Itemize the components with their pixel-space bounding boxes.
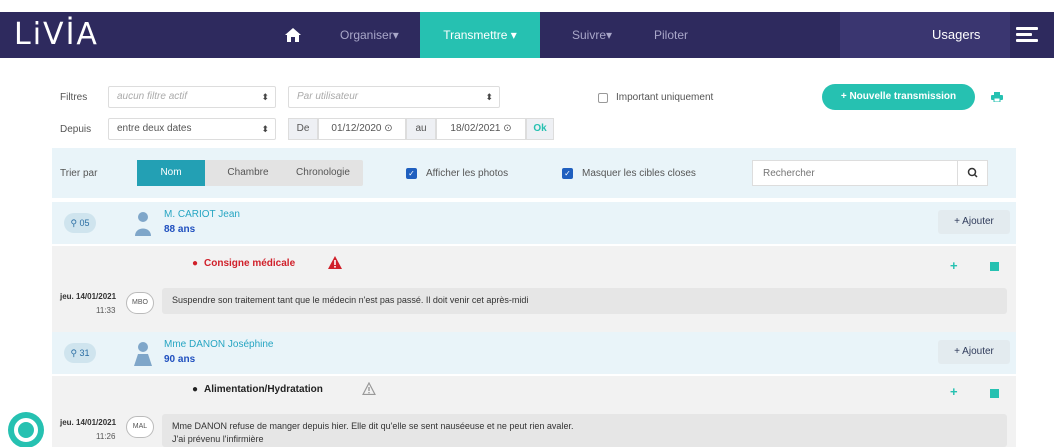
hide-closed-checkbox[interactable]: ✓ [562,168,573,179]
home-icon[interactable] [284,26,302,44]
close-target-icon[interactable] [990,389,999,398]
transmission-message: Mme DANON refuse de manger depuis hier. … [162,414,1007,447]
target-label[interactable]: Alimentation/Hydratation [204,384,323,395]
app-logo[interactable]: LiVİA [14,12,99,58]
search-icon [967,167,978,178]
filter-select[interactable]: aucun filtre actif ⬍ [108,86,276,108]
sort-tab-chronologie[interactable]: Chronologie [287,160,359,186]
room-badge: ⚲ 31 [64,343,96,363]
nav-usagers[interactable]: Usagers [840,12,1010,58]
close-target-icon[interactable] [990,262,999,271]
nav-piloter[interactable]: Piloter [654,12,688,58]
sort-label: Trier par [60,168,98,179]
ok-label: Ok [533,123,547,134]
transmission-section: ● Consigne médicale + jeu. 14/01/2021 11… [52,246,1016,338]
sort-tab-nom[interactable]: Nom [137,160,205,186]
add-icon[interactable]: + [950,384,958,399]
hamburger-menu-icon[interactable] [1016,27,1038,43]
user-filter-select[interactable]: Par utilisateur ⬍ [288,86,500,108]
select-arrow-icon: ⬍ [261,124,269,134]
message-line-1: Mme DANON refuse de manger depuis hier. … [172,421,574,431]
depuis-label: Depuis [60,124,92,135]
add-transmission-button[interactable]: + Ajouter [938,340,1010,364]
patient-age: 88 ans [164,224,196,235]
de-label: De [288,118,318,140]
patient-name[interactable]: Mme DANON Joséphine [164,339,273,350]
transmission-date: jeu. 14/01/2021 [60,418,117,427]
select-arrow-icon: ⬍ [261,92,269,102]
ok-button[interactable]: Ok [526,118,554,140]
transmission-date: jeu. 14/01/2021 [60,292,117,301]
date-from-input[interactable]: 01/12/2020 ⊙ [318,118,406,140]
search-input[interactable] [753,161,953,185]
add-transmission-button[interactable]: + Ajouter [938,210,1010,234]
filter-select-value: aucun filtre actif [117,91,188,102]
sort-tab-chambre[interactable]: Chambre [213,160,283,186]
show-photos-label: Afficher les photos [426,168,509,179]
nav-suivre[interactable]: Suivre▾ [572,12,612,58]
comment-icon: ● [192,384,199,395]
sort-tabs: Nom Chambre Chronologie [137,160,363,186]
add-icon[interactable]: + [950,258,958,273]
message-line-2: J'ai prévenu l'infirmière [172,434,264,444]
important-label: Important uniquement [616,92,714,103]
transmission-message: Suspendre son traitement tant que le méd… [162,288,1007,314]
new-transmission-button[interactable]: + Nouvelle transmission [822,84,975,110]
depuis-select-value: entre deux dates [117,123,192,134]
lifebuoy-icon [14,418,38,442]
transmission-time: 11:26 [96,432,116,441]
target-label[interactable]: Consigne médicale [204,258,295,269]
user-filter-placeholder: Par utilisateur [297,91,359,102]
help-button[interactable] [8,412,44,447]
show-photos-checkbox[interactable]: ✓ [406,168,417,179]
author-avatar: MAL [126,416,154,438]
male-patient-icon [135,212,151,236]
search-box [752,160,988,186]
patient-age: 90 ans [164,354,196,365]
nav-organiser[interactable]: Organiser▾ [340,12,399,58]
nav-transmettre[interactable]: Transmettre ▾ [420,12,540,58]
au-label: au [406,118,436,140]
sort-bar: Trier par Nom Chambre Chronologie ✓ Affi… [52,148,1016,198]
transmission-time: 11:33 [96,306,116,315]
hide-closed-label: Masquer les cibles closes [582,168,696,179]
depuis-select[interactable]: entre deux dates ⬍ [108,118,276,140]
author-avatar: MBO [126,292,154,314]
room-badge: ⚲ 05 [64,213,96,233]
comment-icon: ● [192,258,199,269]
select-arrow-icon: ⬍ [485,92,493,102]
date-to-input[interactable]: 18/02/2021 ⊙ [436,118,526,140]
important-checkbox[interactable] [598,93,608,103]
top-navbar: LiVİA Organiser▾ Transmettre ▾ Suivre▾ P… [0,0,1054,70]
transmission-section: ● Alimentation/Hydratation + jeu. 14/01/… [52,376,1016,447]
female-patient-icon [134,342,152,366]
warning-outline-icon [362,382,376,395]
patient-row[interactable]: ⚲ 31 Mme DANON Joséphine 90 ans + Ajoute… [52,332,1016,374]
patient-name[interactable]: M. CARIOT Jean [164,209,240,220]
print-icon[interactable] [991,92,1003,102]
search-button[interactable] [957,161,987,185]
filtres-label: Filtres [60,92,88,103]
warning-icon [328,256,342,269]
patient-row[interactable]: ⚲ 05 M. CARIOT Jean 88 ans + Ajouter [52,202,1016,244]
